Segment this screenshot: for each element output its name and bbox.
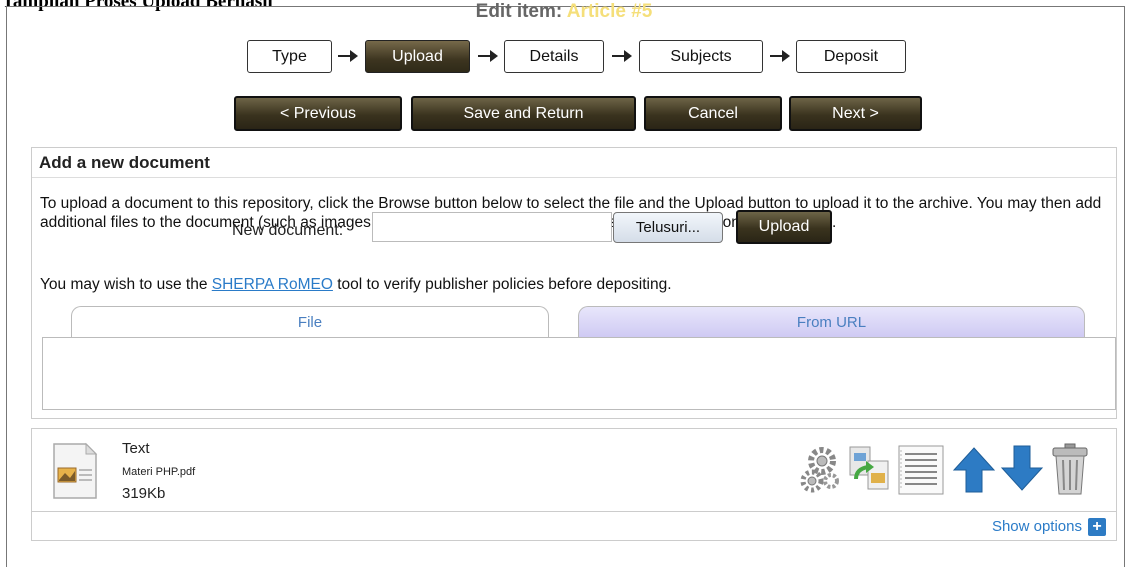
show-options-link[interactable]: Show options	[992, 518, 1082, 535]
step-arrow-icon	[478, 50, 498, 62]
tab-from-url[interactable]: From URL	[578, 306, 1085, 337]
page-title: Edit item: Article #5	[0, 1, 1128, 23]
plus-icon[interactable]: +	[1088, 518, 1106, 536]
options-row: Show options +	[31, 511, 1117, 541]
document-filename: Materi PHP.pdf	[122, 466, 196, 478]
previous-button[interactable]: < Previous	[234, 96, 402, 131]
convert-icon[interactable]	[846, 443, 892, 493]
step-arrow-icon	[338, 50, 358, 62]
sherpa-note-suffix: tool to verify publisher policies before…	[332, 276, 672, 293]
browse-button[interactable]: Telusuri...	[613, 212, 723, 243]
item-name: Article #5	[566, 1, 653, 22]
move-up-icon[interactable]	[952, 446, 996, 494]
trash-icon[interactable]	[1050, 442, 1090, 496]
step-arrow-icon	[612, 50, 632, 62]
new-document-label: New document:	[232, 222, 344, 239]
save-and-return-button[interactable]: Save and Return	[411, 96, 636, 131]
sherpa-note: You may wish to use the SHERPA RoMEO too…	[40, 276, 1110, 295]
step-type[interactable]: Type	[247, 40, 332, 73]
document-type: Text	[122, 440, 150, 457]
step-subjects[interactable]: Subjects	[639, 40, 763, 73]
gears-icon[interactable]	[798, 445, 842, 495]
page-title-prefix: Edit item:	[475, 1, 563, 22]
step-details[interactable]: Details	[504, 40, 604, 73]
step-upload[interactable]: Upload	[365, 40, 470, 73]
panel-heading: Add a new document	[32, 148, 1116, 178]
tab-file[interactable]: File	[71, 306, 549, 337]
details-icon[interactable]	[897, 444, 945, 496]
file-path-input[interactable]	[372, 212, 612, 242]
step-deposit[interactable]: Deposit	[796, 40, 906, 73]
add-document-panel: Add a new document To upload a document …	[31, 147, 1117, 419]
move-down-icon[interactable]	[1000, 444, 1044, 492]
next-button[interactable]: Next >	[789, 96, 922, 131]
sherpa-note-prefix: You may wish to use the	[40, 276, 212, 293]
sherpa-romeo-link[interactable]: SHERPA RoMEO	[212, 276, 333, 293]
step-arrow-icon	[770, 50, 790, 62]
upload-button[interactable]: Upload	[736, 210, 832, 244]
document-size: 319Kb	[122, 485, 166, 502]
tab-content	[42, 337, 1116, 410]
cancel-button[interactable]: Cancel	[644, 96, 782, 131]
document-thumbnail-icon	[53, 442, 98, 499]
